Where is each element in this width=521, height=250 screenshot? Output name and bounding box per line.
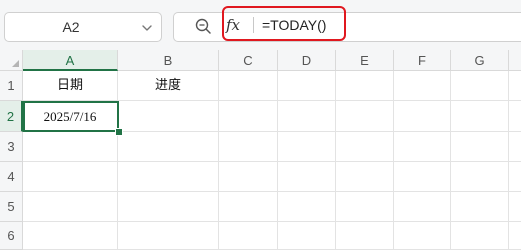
cell-h3[interactable]	[509, 132, 521, 162]
cell-b2[interactable]	[118, 101, 219, 132]
cell-d5[interactable]	[278, 192, 336, 222]
cell-c2[interactable]	[219, 101, 278, 132]
cell-b5[interactable]	[118, 192, 219, 222]
cell-e4[interactable]	[336, 162, 394, 192]
row-header-3[interactable]: 3	[0, 132, 23, 162]
cell-g3[interactable]	[451, 132, 509, 162]
cell-b3[interactable]	[118, 132, 219, 162]
cell-d1[interactable]	[278, 71, 336, 101]
cell-f2[interactable]	[394, 101, 451, 132]
cell-c5[interactable]	[219, 192, 278, 222]
cell-b1[interactable]: 进度	[118, 71, 219, 101]
cell-h1[interactable]	[509, 71, 521, 101]
cell-g6[interactable]	[451, 222, 509, 250]
cell-f6[interactable]	[394, 222, 451, 250]
row-header-6[interactable]: 6	[0, 222, 23, 250]
cell-c6[interactable]	[219, 222, 278, 250]
column-header-c[interactable]: C	[219, 50, 278, 71]
cell-g2[interactable]	[451, 101, 509, 132]
cell-h5[interactable]	[509, 192, 521, 222]
cell-a1[interactable]: 日期	[23, 71, 118, 101]
cell-e3[interactable]	[336, 132, 394, 162]
formula-bar: A2 fx =TODAY()	[0, 0, 521, 51]
cell-e5[interactable]	[336, 192, 394, 222]
column-header-f[interactable]: F	[394, 50, 451, 71]
select-all-triangle-icon	[12, 60, 19, 67]
name-box[interactable]: A2	[4, 12, 162, 42]
row-header-5[interactable]: 5	[0, 192, 23, 222]
active-cell-border	[23, 101, 119, 132]
row-header-2[interactable]: 2	[0, 101, 23, 132]
column-header-b[interactable]: B	[118, 50, 219, 71]
cell-h6[interactable]	[509, 222, 521, 250]
cell-d2[interactable]	[278, 101, 336, 132]
cell-g5[interactable]	[451, 192, 509, 222]
cell-f4[interactable]	[394, 162, 451, 192]
column-header-a[interactable]: A	[23, 50, 118, 71]
cell-c1[interactable]	[219, 71, 278, 101]
cell-b6[interactable]	[118, 222, 219, 250]
cell-d6[interactable]	[278, 222, 336, 250]
cell-h2[interactable]	[509, 101, 521, 132]
column-header-d[interactable]: D	[278, 50, 336, 71]
cell-e1[interactable]	[336, 71, 394, 101]
select-all-button[interactable]	[0, 50, 23, 71]
row-header-1[interactable]: 1	[0, 71, 23, 101]
cell-c4[interactable]	[219, 162, 278, 192]
formula-highlight-box	[222, 6, 346, 41]
cell-d3[interactable]	[278, 132, 336, 162]
zoom-icon[interactable]	[194, 17, 212, 35]
cell-f3[interactable]	[394, 132, 451, 162]
cell-d4[interactable]	[278, 162, 336, 192]
cell-c3[interactable]	[219, 132, 278, 162]
cell-e6[interactable]	[336, 222, 394, 250]
fill-handle[interactable]	[115, 128, 123, 136]
cell-b4[interactable]	[118, 162, 219, 192]
cell-a6[interactable]	[23, 222, 118, 250]
chevron-down-icon[interactable]	[141, 22, 153, 34]
cell-a5[interactable]	[23, 192, 118, 222]
cell-a4[interactable]	[23, 162, 118, 192]
cell-h4[interactable]	[509, 162, 521, 192]
cell-g4[interactable]	[451, 162, 509, 192]
cell-a3[interactable]	[23, 132, 118, 162]
column-header-g[interactable]: G	[451, 50, 509, 71]
column-header-overflow[interactable]	[509, 50, 521, 71]
cell-g1[interactable]	[451, 71, 509, 101]
cell-e2[interactable]	[336, 101, 394, 132]
name-box-value[interactable]: A2	[5, 13, 137, 41]
cell-f5[interactable]	[394, 192, 451, 222]
cell-f1[interactable]	[394, 71, 451, 101]
column-header-e[interactable]: E	[336, 50, 394, 71]
row-header-4[interactable]: 4	[0, 162, 23, 192]
